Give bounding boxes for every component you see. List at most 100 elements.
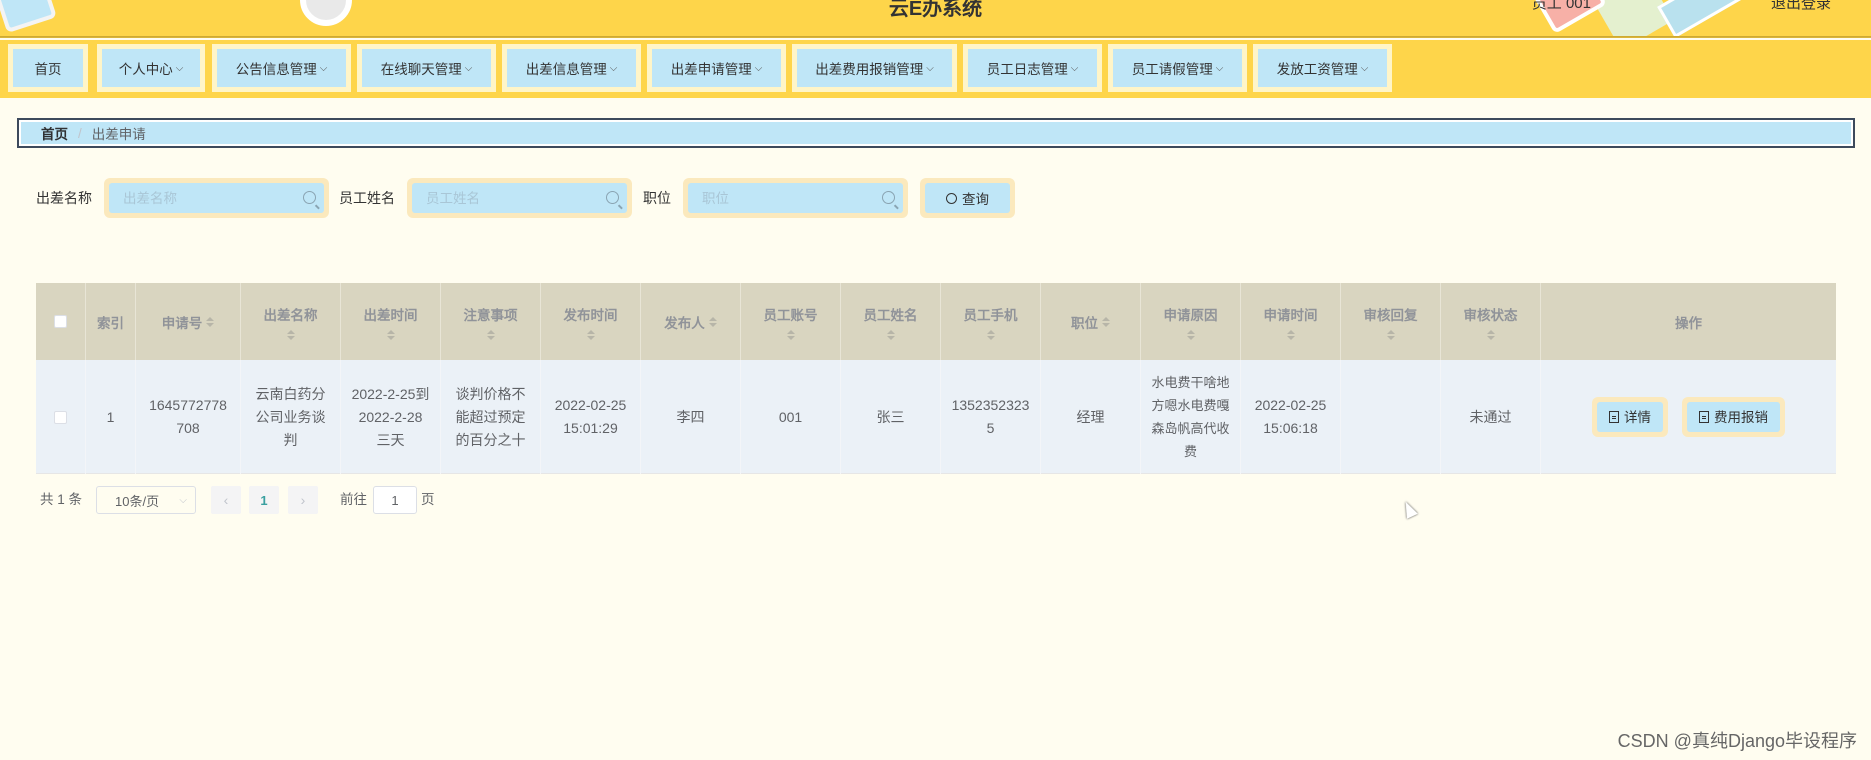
row-checkbox[interactable] <box>54 410 67 424</box>
mouse-cursor-icon <box>1400 499 1418 519</box>
column-header[interactable]: 出差名称 <box>241 283 341 360</box>
column-header[interactable]: 员工姓名 <box>841 283 941 360</box>
row-select-cell <box>36 360 86 474</box>
nav-item-work-log-mgmt[interactable]: 员工日志管理 ⌵ <box>963 44 1102 92</box>
trip-name-label: 出差名称 <box>36 190 92 206</box>
sort-icon[interactable] <box>708 316 717 327</box>
chevron-left-icon: ‹ <box>223 492 229 508</box>
column-header[interactable]: 审核回复 <box>1341 283 1441 360</box>
header-select-all-cell <box>36 283 86 360</box>
query-button-label: 查询 <box>962 192 989 207</box>
cell-employee-phone: 13523523235 <box>941 360 1041 474</box>
column-header[interactable]: 出差时间 <box>341 283 441 360</box>
column-header[interactable]: 发布时间 <box>541 283 641 360</box>
sort-icon[interactable] <box>486 329 495 340</box>
column-header[interactable]: 员工账号 <box>741 283 841 360</box>
sort-icon[interactable] <box>386 329 395 340</box>
sort-icon[interactable] <box>1486 329 1495 340</box>
nav-item-salary-mgmt[interactable]: 发放工资管理 ⌵ <box>1253 44 1392 92</box>
chevron-down-icon: ⌵ <box>319 62 328 74</box>
cell-reason: 水电费干啥地方嗯水电费嘎森岛帆高代收费 <box>1141 360 1241 474</box>
cell-notes: 谈判价格不能超过预定的百分之十 <box>441 360 541 474</box>
position-search <box>683 178 908 218</box>
sort-icon[interactable] <box>286 329 295 340</box>
nav-item-leave-mgmt[interactable]: 员工请假管理 ⌵ <box>1108 44 1247 92</box>
chevron-right-icon: › <box>300 492 306 508</box>
column-header[interactable]: 注意事项 <box>441 283 541 360</box>
nav-item-trip-expense-mgmt[interactable]: 出差费用报销管理 ⌵ <box>792 44 957 92</box>
reimburse-button-label: 费用报销 <box>1714 409 1768 425</box>
sort-icon[interactable] <box>1186 329 1195 340</box>
cell-trip-name: 云南白药分公司业务谈判 <box>241 360 341 474</box>
sort-icon[interactable] <box>1102 316 1110 327</box>
detail-button-label: 详情 <box>1624 409 1651 425</box>
nav-item-home[interactable]: 首页 <box>8 44 88 92</box>
trip-name-input[interactable] <box>123 190 284 206</box>
page-size-select[interactable]: 10条/页 ⌵ <box>96 486 196 514</box>
column-header-label: 出差时间 <box>363 307 418 323</box>
column-header[interactable]: 申请时间 <box>1241 283 1341 360</box>
column-header[interactable]: 职位 <box>1041 283 1141 360</box>
document-icon <box>1699 411 1709 423</box>
cell-trip-time: 2022-2-25到2022-2-28 三天 <box>341 360 441 474</box>
nav-item-trip-apply-mgmt[interactable]: 出差申请管理 ⌵ <box>647 44 786 92</box>
column-header[interactable]: 申请原因 <box>1141 283 1241 360</box>
page-number-current[interactable]: 1 <box>249 486 279 514</box>
column-header-label: 申请号 <box>161 315 203 331</box>
nav-item-label: 公告信息管理 <box>235 62 317 77</box>
employee-name-search <box>407 178 632 218</box>
column-header-label: 申请时间 <box>1263 307 1318 323</box>
chevron-down-icon: ⌵ <box>926 62 934 74</box>
column-header[interactable]: 申请号 <box>136 283 241 360</box>
goto-suffix: 页 <box>421 492 435 507</box>
nav-item-label: 员工请假管理 <box>1131 62 1213 77</box>
column-header[interactable]: 员工手机 <box>941 283 1041 360</box>
search-icon <box>303 191 316 204</box>
logout-link[interactable]: 退出登录 <box>1771 0 1831 13</box>
sort-icon[interactable] <box>986 329 995 340</box>
chevron-down-icon: ⌵ <box>1070 62 1079 74</box>
cell-index: 1 <box>86 360 136 474</box>
cell-actions: 详情 费用报销 <box>1541 360 1836 474</box>
sort-icon[interactable] <box>586 329 595 340</box>
page-size-value: 10条/页 <box>115 493 160 509</box>
goto-page-input[interactable]: 1 <box>373 486 417 514</box>
column-header-label: 操作 <box>1675 315 1702 331</box>
column-header[interactable]: 审核状态 <box>1441 283 1541 360</box>
column-header: 索引 <box>86 283 136 360</box>
next-page-button[interactable]: › <box>288 486 318 514</box>
reimburse-button[interactable]: 费用报销 <box>1682 397 1785 437</box>
sort-icon[interactable] <box>1286 329 1295 340</box>
main-nav: 首页 个人中心 ⌵ 公告信息管理 ⌵ 在线聊天管理 ⌵ 出差信息管理 ⌵ 出差申请管理 ⌵… <box>0 40 1871 98</box>
breadcrumb: 首页 / 出差申请 <box>17 118 1855 148</box>
nav-item-personal-center[interactable]: 个人中心 ⌵ <box>97 44 205 92</box>
sort-icon[interactable] <box>206 316 215 327</box>
cell-employee-account: 001 <box>741 360 841 474</box>
query-button[interactable]: 查询 <box>920 178 1015 218</box>
sort-icon[interactable] <box>886 329 895 340</box>
sort-icon[interactable] <box>786 329 795 340</box>
position-input[interactable] <box>702 190 863 206</box>
nav-item-label: 发放工资管理 <box>1276 62 1358 77</box>
nav-item-label: 在线聊天管理 <box>380 62 462 77</box>
select-all-checkbox[interactable] <box>54 315 67 328</box>
column-header-label: 出差名称 <box>263 307 318 323</box>
cell-apply-no: 1645772778708 <box>136 360 241 474</box>
employee-name-input[interactable] <box>426 190 587 206</box>
breadcrumb-home[interactable]: 首页 <box>41 123 68 143</box>
column-header[interactable]: 发布人 <box>641 283 741 360</box>
column-header-label: 发布时间 <box>563 307 618 323</box>
trip-name-search <box>104 178 329 218</box>
cell-employee-name: 张三 <box>841 360 941 474</box>
nav-item-notice-mgmt[interactable]: 公告信息管理 ⌵ <box>212 44 351 92</box>
cell-review-reply <box>1341 360 1441 474</box>
detail-button[interactable]: 详情 <box>1592 397 1668 437</box>
search-icon <box>882 191 895 204</box>
prev-page-button[interactable]: ‹ <box>211 486 241 514</box>
nav-item-trip-info-mgmt[interactable]: 出差信息管理 ⌵ <box>502 44 641 92</box>
nav-item-chat-mgmt[interactable]: 在线聊天管理 ⌵ <box>357 44 496 92</box>
chevron-down-icon: ⌵ <box>464 62 473 74</box>
chevron-down-icon: ⌵ <box>175 62 184 74</box>
sort-icon[interactable] <box>1386 329 1395 340</box>
watermark: CSDN @真纯Django毕设程序 <box>1617 731 1857 751</box>
